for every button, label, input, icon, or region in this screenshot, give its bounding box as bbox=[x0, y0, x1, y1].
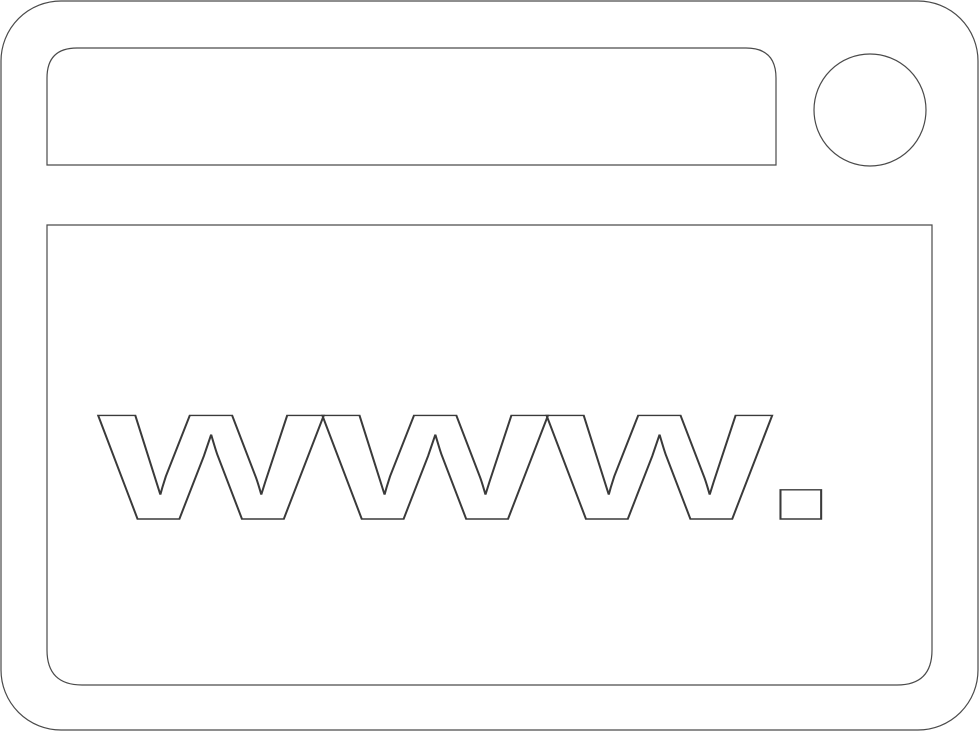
address-bar bbox=[46, 47, 777, 166]
browser-window-icon: www. bbox=[0, 0, 980, 732]
www-label: www. bbox=[98, 342, 841, 561]
circle-button-icon bbox=[813, 53, 927, 167]
browser-window-svg: www. bbox=[0, 0, 979, 731]
